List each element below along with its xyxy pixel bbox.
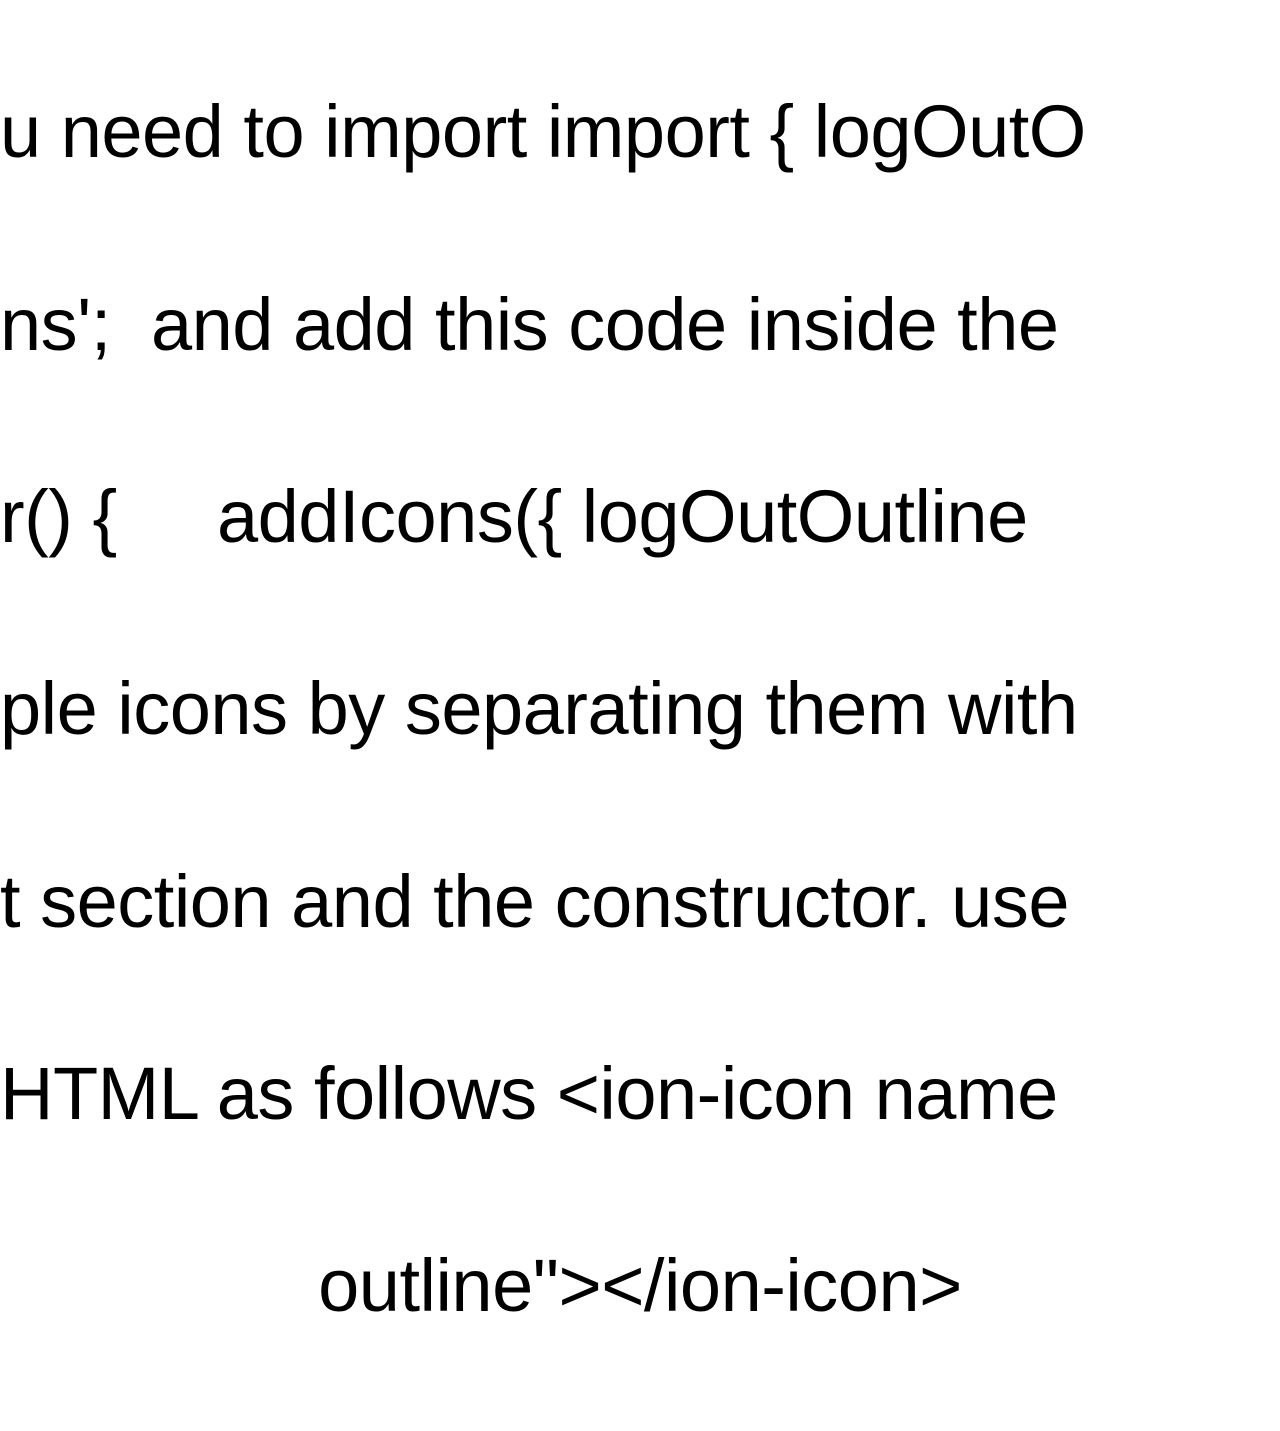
- text-line-4: ple icons by separating them with: [0, 661, 1280, 757]
- text-line-2: ns'; and add this code inside the: [0, 277, 1280, 373]
- text-line-1: u need to import import { logOutO: [0, 84, 1280, 180]
- text-line-7: outline"></ion-icon>: [0, 1238, 1280, 1334]
- text-line-3: r() { addIcons({ logOutOutline: [0, 469, 1280, 565]
- text-line-5: t section and the constructor. use: [0, 854, 1280, 950]
- text-line-6: HTML as follows <ion-icon name: [0, 1046, 1280, 1142]
- code-instruction-text: u need to import import { logOutO ns'; a…: [0, 0, 1280, 1431]
